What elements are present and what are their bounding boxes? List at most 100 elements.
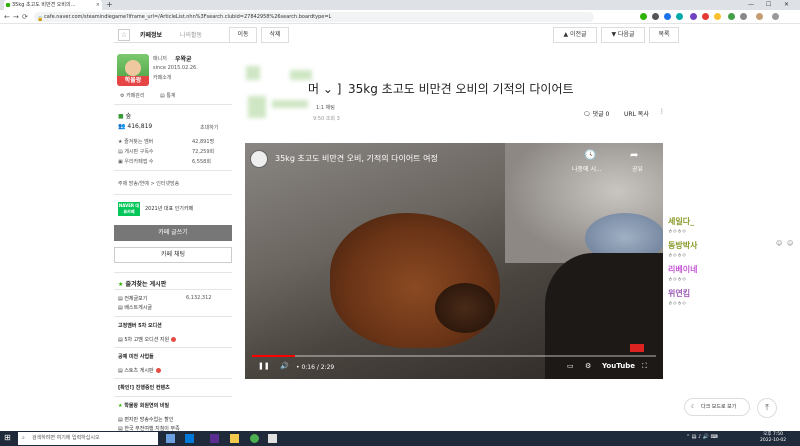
settings-gear-icon[interactable]: ⚙ — [585, 362, 591, 370]
chat-user-name: 리베이네 — [668, 265, 698, 274]
board-stories[interactable]: ▤ 스토츠 게시판 — [118, 367, 161, 374]
reload-button[interactable]: ⟳ — [22, 11, 28, 23]
chrome-icon[interactable] — [250, 434, 259, 443]
one-to-one-chat-link[interactable]: 1:1 채팅 — [316, 104, 335, 111]
chat-message: ㅎㅇㅎㅇ — [668, 301, 687, 307]
chat-emote-icon: ☺ — [787, 240, 794, 247]
video-frame — [545, 253, 663, 379]
chat-user-name: 세일다_ — [668, 217, 695, 226]
task-view-icon[interactable] — [166, 434, 175, 443]
extension-icon[interactable] — [728, 13, 735, 20]
youtube-logo[interactable]: YouTube — [602, 362, 635, 370]
youtube-player[interactable] — [245, 143, 663, 379]
copy-url-button[interactable]: URL 복사 — [624, 109, 649, 118]
award-text[interactable]: 2021년 대표 인기카페 — [145, 205, 193, 212]
tab-my-activity[interactable]: 나의활동 — [180, 30, 202, 39]
board-best-posts[interactable]: ▤ 베스트게시글 — [118, 304, 152, 311]
browser-tab[interactable]: 35kg 초고도 비만견 오비의... × — [4, 0, 102, 10]
tab-close-icon[interactable]: × — [96, 0, 100, 10]
board-all-posts[interactable]: ▤ 전체글보기 — [118, 295, 147, 302]
dark-mode-button[interactable]: ☾ 다크 모드로 보기 — [684, 398, 750, 416]
next-post-button[interactable]: ▼ 다음글 — [601, 27, 645, 43]
app-icon[interactable] — [268, 434, 277, 443]
close-window-button[interactable]: ✕ — [784, 0, 789, 10]
progress-bar[interactable] — [252, 355, 656, 357]
taskbar-search[interactable]: ⌕ 검색하려면 여기에 입력하십시오 — [18, 432, 158, 445]
invite-button[interactable]: 초대하기 — [200, 124, 218, 131]
board-audition-apply[interactable]: ▤ 5차 고멤 오디션 지원 — [118, 336, 177, 343]
board-all-posts-count: 6,132,312 — [186, 295, 212, 301]
pause-button[interactable]: ❚❚ — [258, 362, 270, 370]
list-button[interactable]: 목록 — [649, 27, 679, 43]
manager-label: 매니저 — [153, 56, 167, 62]
tab-cafe-info[interactable]: 카페정보 — [140, 30, 162, 39]
move-button[interactable]: 이동 — [229, 27, 257, 43]
delete-button[interactable]: 삭제 — [261, 27, 289, 43]
chat-message: ㅎㅇㅎㅇ — [668, 253, 687, 259]
member-count[interactable]: 👥 416,819 — [118, 123, 152, 130]
volume-icon[interactable]: 🔊 — [280, 362, 289, 370]
extension-icon[interactable] — [664, 13, 671, 20]
stat-favorite-members-value: 42,891명 — [192, 139, 215, 145]
more-options-icon[interactable]: ⋮ — [659, 108, 665, 115]
extension-icon[interactable] — [676, 13, 683, 20]
comment-count[interactable]: 🗨 댓글 0 — [583, 109, 609, 118]
cafe-level: ■ 숲 — [118, 113, 132, 120]
tray-icons[interactable]: ⌃ ▤ ♪ 🔊 ⌨ — [686, 434, 718, 440]
star-icon[interactable]: ☆ — [118, 29, 130, 41]
forward-button[interactable]: → — [13, 11, 19, 23]
new-tab-button[interactable]: + — [106, 0, 113, 10]
stats-link[interactable]: ▤ 통계 — [160, 92, 176, 99]
cafe-topic[interactable]: 주제 방송/연예 > 인터넷방송 — [118, 180, 179, 187]
share-icon[interactable]: ➦ — [630, 150, 638, 161]
edge-icon[interactable] — [185, 434, 194, 443]
search-icon: ⌕ — [22, 435, 25, 441]
board-item[interactable]: ▤ 편지만 방송수업는 할인 — [118, 416, 174, 423]
cafe-manage-link[interactable]: ⚙ 카페관리 — [120, 92, 144, 99]
scroll-top-button[interactable]: ⤒ — [757, 398, 777, 418]
sidebar-tabs — [114, 27, 232, 43]
naver-favicon-icon — [6, 3, 10, 7]
puzzle-icon[interactable] — [740, 13, 747, 20]
extension-icon[interactable] — [640, 13, 647, 20]
prev-post-button[interactable]: ▲ 이전글 — [553, 27, 597, 43]
taskbar-clock[interactable]: 오후 7:50 2022-10-02 — [760, 432, 786, 444]
video-title[interactable]: 35kg 초고도 비만견 오비, 기적의 다이어트 여정 — [275, 153, 438, 164]
extension-icon[interactable] — [702, 13, 709, 20]
tab-bar — [0, 0, 800, 10]
new-badge-icon — [155, 368, 161, 373]
extension-icon[interactable] — [690, 13, 697, 20]
address-bar[interactable]: 🔒 cafe.naver.com/steamindiegame?iframe_u… — [34, 12, 594, 22]
profile-avatar[interactable] — [756, 13, 763, 20]
fullscreen-icon[interactable]: ⛶ — [642, 362, 647, 371]
back-button[interactable]: ← — [4, 11, 10, 23]
new-badge-icon — [171, 337, 177, 342]
file-explorer-icon[interactable] — [230, 434, 239, 443]
cafe-chat-button[interactable]: 카페 채팅 — [114, 247, 232, 263]
divider — [114, 289, 232, 290]
stat-board-subs: ▤ 게시판 구독수 — [118, 149, 154, 155]
watch-later-icon[interactable]: 🕓 — [584, 150, 596, 161]
comment-icon: 🗨 — [583, 111, 591, 118]
divider — [114, 272, 232, 273]
cafe-write-button[interactable]: 카페 글쓰기 — [114, 225, 232, 241]
minimize-button[interactable]: — — [748, 0, 754, 10]
menu-icon[interactable] — [772, 13, 779, 20]
extension-icon[interactable] — [652, 13, 659, 20]
divider — [114, 194, 232, 195]
manager-name[interactable]: 우왁굳 — [175, 54, 192, 63]
maximize-button[interactable]: ☐ — [766, 0, 771, 10]
video-frame — [435, 283, 495, 333]
url-text: cafe.naver.com/steamindiegame?iframe_url… — [44, 14, 332, 20]
captions-icon[interactable]: ▭ — [567, 362, 574, 370]
channel-avatar[interactable] — [250, 150, 268, 168]
extension-icon[interactable] — [714, 13, 721, 20]
post-title: 35kg 초고도 비만견 오비의 기적의 다이어트 — [348, 82, 574, 96]
section-audition: 고정멤버 5차 오디션 — [118, 323, 162, 329]
board-name-dropdown[interactable]: 머 ⌄ ] — [308, 80, 341, 97]
visual-studio-icon[interactable] — [210, 434, 219, 443]
cafe-intro-link[interactable]: 카페소개 — [153, 74, 171, 81]
windows-start-icon[interactable]: ⊞ — [4, 433, 11, 442]
chat-user-name: 동방박사 — [668, 241, 698, 250]
time-display: • 0:16 / 2:29 — [296, 364, 335, 371]
